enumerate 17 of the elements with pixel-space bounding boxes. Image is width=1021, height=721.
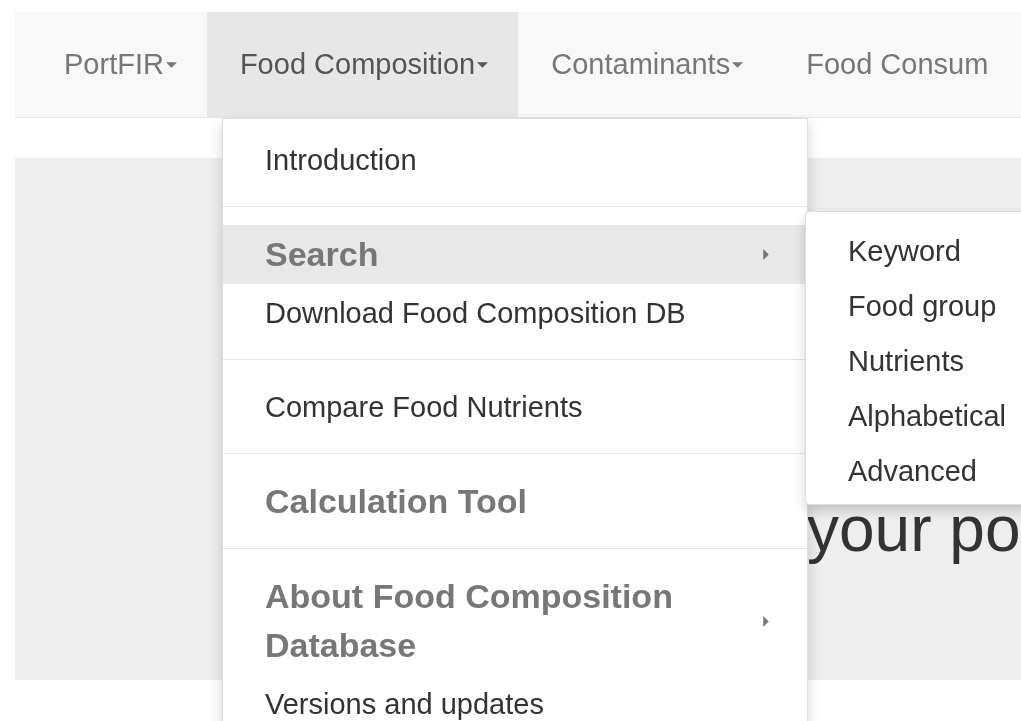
nav-menu-item[interactable]: Food Consum <box>773 12 1019 117</box>
menu-item[interactable]: Download Food Composition DB <box>223 284 807 342</box>
nav-menu-item[interactable]: Contaminants <box>518 12 774 117</box>
menu-item[interactable]: Introduction <box>223 131 807 189</box>
nav-menu-item[interactable]: Food Composition <box>206 12 519 117</box>
submenu-item[interactable]: Nutrients <box>806 334 1021 389</box>
menu-header[interactable]: Search <box>223 225 807 284</box>
submenu-item[interactable]: Alphabetical <box>806 389 1021 444</box>
caret-icon <box>763 615 769 627</box>
submenu-item[interactable]: Keyword <box>806 224 1021 279</box>
menu-item[interactable]: Versions and updates <box>223 675 807 721</box>
menu-header[interactable]: Calculation Tool <box>223 472 807 531</box>
nav-menu-item[interactable]: PortFIR <box>31 12 207 117</box>
caret-icon <box>763 249 769 260</box>
submenu-item[interactable]: Food group <box>806 279 1021 334</box>
menu-header[interactable]: About Food Composition Database <box>223 567 807 675</box>
menu-item[interactable]: Compare Food Nutrients <box>223 378 807 436</box>
